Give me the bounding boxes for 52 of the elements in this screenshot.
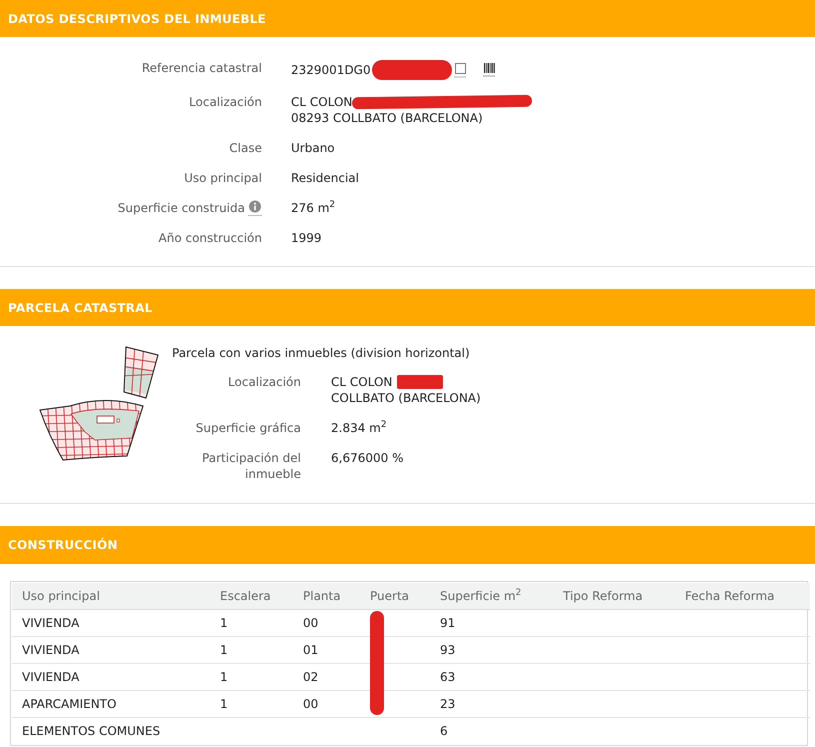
section-title: CONSTRUCCIÓN [8,537,118,553]
table-cell: VIVIENDA [12,636,210,664]
field-label: Clase [229,140,262,156]
section-title: PARCELA CATASTRAL [8,300,152,316]
table-cell: 00 [293,690,360,718]
field-label: Año construcción [158,230,262,246]
field-label: Superficie gráfica [196,420,301,436]
table-cell: 91 [430,610,553,636]
field-value: 276 m$^{2}$ [291,200,336,216]
table-cell: 93 [430,636,553,664]
field-label: Localización [228,374,301,390]
table-cell: 00 [293,610,360,636]
table-cell: VIVIENDA [12,664,210,690]
table-cell: 1 [210,690,293,718]
barcode-icon[interactable] [482,62,496,78]
table-cell: 1 [210,636,293,664]
field-label: Referencia catastral [142,60,262,76]
column-header: Uso principal [12,583,210,610]
section-title: DATOS DESCRIPTIVOS DEL INMUEBLE [8,10,266,26]
field-value: 1999 [291,230,322,246]
table-cell: 23 [430,690,553,718]
table-cell: VIVIENDA [12,610,210,636]
field-label: Uso principal [184,170,262,186]
table-cell: ELEMENTOS COMUNES [12,718,210,744]
field-value: Residencial [291,170,359,186]
column-header: Escalera [210,583,293,610]
field-value: 6,676000 % [331,450,404,466]
table-cell: 1 [210,664,293,690]
field-label: Localización [189,94,262,110]
table-cell: 63 [430,664,553,690]
parcel-description: Parcela con varios inmuebles (division horizontal) [172,345,471,361]
table-cell: 6 [430,718,553,744]
table-cell: 01 [293,636,360,664]
field-value: 2329001DG0 [291,62,371,78]
column-header: Planta [293,583,360,610]
field-label: Participación del inmueble [201,450,301,482]
column-header: Puerta [360,583,430,610]
field-value: 2.834 m$^{2}$ [331,420,387,436]
field-value: CL COLON [331,374,392,390]
field-value: COLLBATO (BARCELONA) [331,390,481,406]
column-header: Tipo Reforma [553,583,675,610]
table-cell: 02 [293,664,360,690]
column-header: Superficie m$^{2}$ [430,583,553,610]
field-label: Superficie construida [118,200,245,216]
field-value: Urbano [291,140,335,156]
table-cell: 1 [210,610,293,636]
square-icon[interactable] [454,62,467,78]
field-value: 08293 COLLBATO (BARCELONA) [291,110,483,126]
column-header: Fecha Reforma [675,583,810,610]
info-icon[interactable] [248,200,262,216]
field-value: CL COLON [291,94,352,110]
table-cell: APARCAMIENTO [12,690,210,718]
